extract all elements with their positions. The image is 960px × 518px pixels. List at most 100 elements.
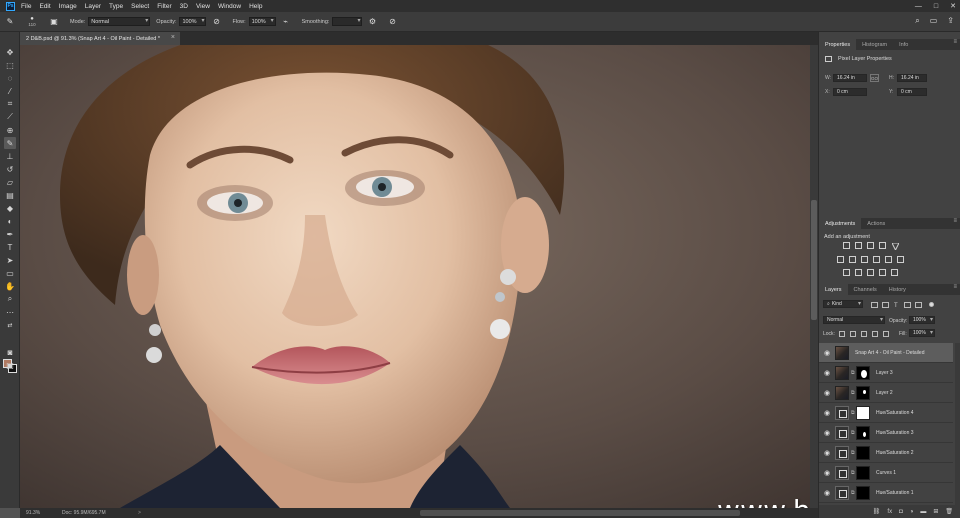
menu-window[interactable]: Window bbox=[218, 3, 241, 10]
visibility-eye-icon[interactable]: ◉ bbox=[823, 469, 831, 477]
selective-color-icon[interactable] bbox=[891, 269, 898, 276]
layer-mask-thumbnail[interactable] bbox=[856, 465, 870, 480]
swap-colors-icon[interactable]: ⇄ bbox=[4, 319, 16, 331]
threshold-icon[interactable] bbox=[867, 269, 874, 276]
gradient-map-icon[interactable] bbox=[879, 269, 886, 276]
close-window-button[interactable]: ✕ bbox=[950, 2, 956, 10]
layer-row[interactable]: ◉ ⧉ Hue/Saturation 3 bbox=[819, 423, 953, 443]
width-field[interactable]: 16.24 in bbox=[833, 74, 867, 82]
tab-info[interactable]: Info bbox=[893, 39, 914, 50]
trash-icon[interactable]: 🗑 bbox=[945, 508, 953, 515]
menu-layer[interactable]: Layer bbox=[85, 3, 101, 10]
tab-histogram[interactable]: Histogram bbox=[856, 39, 893, 50]
document-tab[interactable]: 2 D&B.psd @ 91.3% (Snap Art 4 - Oil Pain… bbox=[20, 32, 180, 45]
layer-name[interactable]: Hue/Saturation 3 bbox=[876, 430, 914, 436]
brush-tool-icon[interactable]: ✎ bbox=[4, 137, 16, 149]
layers-menu-icon[interactable]: ≡ bbox=[953, 284, 957, 290]
y-field[interactable]: 0 cm bbox=[897, 88, 927, 96]
visibility-eye-icon[interactable]: ◉ bbox=[823, 489, 831, 497]
layer-row[interactable]: ◉ ⧉ Hue/Saturation 2 bbox=[819, 443, 953, 463]
lock-artboard-icon[interactable] bbox=[872, 331, 878, 337]
adjustment-icon[interactable]: ◑ bbox=[910, 509, 914, 515]
tab-layers[interactable]: Layers bbox=[819, 284, 848, 295]
posterize-icon[interactable] bbox=[855, 269, 862, 276]
gradient-tool-icon[interactable]: ▤ bbox=[4, 189, 16, 201]
color-balance-icon[interactable] bbox=[849, 256, 856, 263]
panel-menu-icon[interactable]: ≡ bbox=[953, 39, 957, 45]
marquee-tool-icon[interactable]: ⬚ bbox=[4, 59, 16, 71]
layer-name[interactable]: Hue/Saturation 2 bbox=[876, 450, 914, 456]
lasso-tool-icon[interactable]: ◌ bbox=[4, 72, 16, 84]
share-icon[interactable]: ⇪ bbox=[947, 16, 954, 26]
menu-filter[interactable]: Filter bbox=[157, 3, 171, 10]
close-tab-icon[interactable]: × bbox=[171, 34, 175, 41]
menu-edit[interactable]: Edit bbox=[39, 3, 50, 10]
x-field[interactable]: 0 cm bbox=[833, 88, 867, 96]
clone-stamp-tool-icon[interactable]: ⊥ bbox=[4, 150, 16, 162]
photo-filter-icon[interactable] bbox=[873, 256, 880, 263]
vibrance-icon[interactable] bbox=[891, 242, 900, 252]
type-tool-icon[interactable]: T bbox=[4, 241, 16, 253]
document-canvas[interactable]: www.hunis.com bbox=[20, 45, 810, 508]
menu-view[interactable]: View bbox=[196, 3, 210, 10]
layer-row[interactable]: ◉ ⧉ Hue/Saturation 1 bbox=[819, 483, 953, 503]
tab-adjustments[interactable]: Adjustments bbox=[819, 218, 862, 229]
pen-tool-icon[interactable]: ✒ bbox=[4, 228, 16, 240]
link-dimensions-icon[interactable]: GO bbox=[870, 74, 879, 82]
tab-channels[interactable]: Channels bbox=[848, 284, 883, 295]
brush-tool-preset-icon[interactable]: ✎ bbox=[5, 17, 15, 27]
menu-image[interactable]: Image bbox=[59, 3, 77, 10]
move-tool-icon[interactable]: ✥ bbox=[4, 46, 16, 58]
lock-transparent-icon[interactable] bbox=[839, 331, 845, 337]
channel-mixer-icon[interactable] bbox=[885, 256, 892, 263]
hand-tool-icon[interactable]: ✋ bbox=[4, 280, 16, 292]
filter-smart-object-icon[interactable] bbox=[915, 302, 922, 308]
hue-saturation-icon[interactable] bbox=[837, 256, 844, 263]
pressure-opacity-icon[interactable]: ⊘ bbox=[211, 17, 221, 27]
shape-tool-icon[interactable]: ▭ bbox=[4, 267, 16, 279]
visibility-eye-icon[interactable]: ◉ bbox=[823, 389, 831, 397]
visibility-eye-icon[interactable]: ◉ bbox=[823, 409, 831, 417]
menu-type[interactable]: Type bbox=[109, 3, 123, 10]
lock-all-icon[interactable] bbox=[883, 331, 889, 337]
folder-icon[interactable]: ▬ bbox=[920, 509, 926, 515]
maximize-button[interactable]: □ bbox=[934, 3, 938, 10]
menu-help[interactable]: Help bbox=[249, 3, 262, 10]
workspace-icon[interactable]: ▭ bbox=[930, 16, 938, 26]
history-brush-tool-icon[interactable]: ↺ bbox=[4, 163, 16, 175]
canvas-vertical-scrollbar[interactable] bbox=[810, 45, 818, 508]
crop-tool-icon[interactable]: ⌗ bbox=[4, 98, 16, 110]
layer-row[interactable]: ◉ ⧉ Hue/Saturation 4 bbox=[819, 403, 953, 423]
layer-mask-thumbnail[interactable] bbox=[856, 425, 870, 440]
menu-3d[interactable]: 3D bbox=[180, 3, 188, 10]
filter-toggle-icon[interactable] bbox=[929, 302, 934, 307]
gear-icon[interactable]: ⚙ bbox=[367, 17, 377, 27]
canvas-horizontal-scroll-thumb[interactable] bbox=[420, 510, 740, 516]
layer-name[interactable]: Hue/Saturation 1 bbox=[876, 490, 914, 496]
visibility-eye-icon[interactable]: ◉ bbox=[823, 429, 831, 437]
new-layer-icon[interactable]: ⊞ bbox=[933, 508, 938, 515]
flow-field[interactable]: 100% bbox=[248, 17, 276, 26]
brush-size-picker[interactable]: ● 110 bbox=[25, 16, 39, 27]
levels-icon[interactable] bbox=[855, 242, 862, 249]
tab-properties[interactable]: Properties bbox=[819, 39, 857, 50]
layer-row[interactable]: ◉ Snap Art 4 - Oil Paint - Detailed bbox=[819, 343, 953, 363]
status-menu-arrow[interactable]: > bbox=[138, 510, 141, 516]
more-tools-icon[interactable]: ⋯ bbox=[4, 306, 16, 318]
menu-file[interactable]: File bbox=[21, 3, 31, 10]
invert-icon[interactable] bbox=[843, 269, 850, 276]
brush-settings-icon[interactable]: ▣ bbox=[49, 17, 59, 27]
visibility-eye-icon[interactable]: ◉ bbox=[823, 449, 831, 457]
lock-position-icon[interactable] bbox=[861, 331, 867, 337]
layer-row[interactable]: ◉ ⧉ Curves 1 bbox=[819, 463, 953, 483]
path-select-tool-icon[interactable]: ➤ bbox=[4, 254, 16, 266]
brightness-contrast-icon[interactable] bbox=[843, 242, 850, 249]
layer-name[interactable]: Snap Art 4 - Oil Paint - Detailed bbox=[855, 350, 924, 356]
link-icon[interactable]: ⛓ bbox=[873, 508, 881, 515]
blur-tool-icon[interactable]: ◆ bbox=[4, 202, 16, 214]
minimize-button[interactable]: — bbox=[915, 3, 922, 10]
layer-mask-thumbnail[interactable] bbox=[856, 445, 870, 460]
layer-row[interactable]: ◉ ⧉ Layer 3 bbox=[819, 363, 953, 383]
curves-icon[interactable] bbox=[867, 242, 874, 249]
layer-mask-thumbnail[interactable] bbox=[856, 385, 870, 400]
